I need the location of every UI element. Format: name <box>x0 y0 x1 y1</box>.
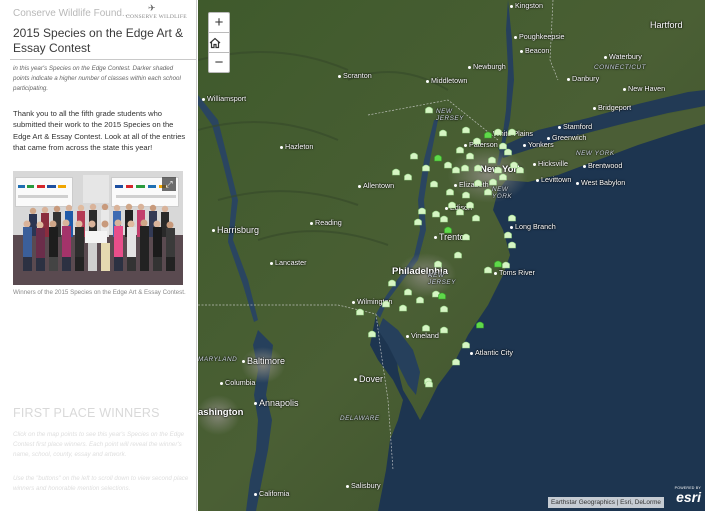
place-label-long-branch: Long Branch <box>510 222 556 231</box>
winners-photo[interactable] <box>13 171 183 285</box>
place-label-hicksville: Hicksville <box>533 159 568 168</box>
place-label-scranton: Scranton <box>338 71 372 80</box>
place-label-beacon: Beacon <box>520 46 549 55</box>
place-label-elizabeth: Elizabeth <box>454 180 489 189</box>
title-divider <box>10 59 196 60</box>
place-label-kingston: Kingston <box>510 1 543 10</box>
section-text-2: Use the "buttons" on the left to scroll … <box>13 475 189 492</box>
home-button[interactable] <box>208 32 230 53</box>
place-label-brentwood: Brentwood <box>583 161 622 170</box>
state-label-new-jersey-south: NEW JERSEY <box>428 272 456 286</box>
place-label-annapolis: Annapolis <box>254 398 299 408</box>
place-label-stamford: Stamford <box>558 122 592 131</box>
place-label-newburgh: Newburgh <box>468 62 506 71</box>
map-attribution[interactable]: Earthstar Geographics | Esri, DeLorme <box>548 497 664 508</box>
header-bar: Conserve Wildlife Found... ✈ CONSERVE WI… <box>0 0 196 25</box>
state-label-new-jersey-north: NEW JERSEY <box>436 108 464 122</box>
place-label-atlantic-city: Atlantic City <box>470 348 513 357</box>
home-icon <box>209 37 221 49</box>
place-label-edison: Edison <box>445 203 472 212</box>
place-label-washington: ashington <box>198 407 244 418</box>
state-label-new-york: NEW YORK <box>576 150 615 157</box>
story-sidebar[interactable]: Conserve Wildlife Found... ✈ CONSERVE WI… <box>0 0 197 511</box>
place-label-danbury: Danbury <box>567 74 599 83</box>
place-label-toms-river: Toms River <box>494 268 535 277</box>
organization-name-link[interactable]: Conserve Wildlife Found... <box>13 8 130 19</box>
state-label-new-york-city: NEW YORK <box>492 186 513 200</box>
esri-logo-text: esri <box>676 489 701 505</box>
state-label-maryland: MARYLAND <box>198 356 238 363</box>
place-label-vineland: Vineland <box>406 331 439 340</box>
photo-people <box>18 175 176 271</box>
place-label-allentown: Allentown <box>358 181 394 190</box>
place-label-lancaster: Lancaster <box>270 258 307 267</box>
place-label-dover: Dover <box>354 374 383 384</box>
section-heading: FIRST PLACE WINNERS <box>13 406 160 420</box>
place-label-baltimore: Baltimore <box>242 356 285 366</box>
place-label-yonkers: Yonkers <box>523 140 554 149</box>
place-label-salisbury: Salisbury <box>346 481 381 490</box>
place-label-waterbury: Waterbury <box>604 52 642 61</box>
place-label-white-plains: White Plains <box>488 129 533 138</box>
logo-text: CONSERVE WILDLIFE <box>126 14 187 20</box>
place-label-paterson: Paterson <box>464 140 498 149</box>
place-label-bridgeport: Bridgeport <box>593 103 631 112</box>
zoom-out-button[interactable]: − <box>208 52 230 73</box>
organization-logo[interactable]: ✈ CONSERVE WILDLIFE <box>126 3 187 25</box>
place-label-west-babylon: West Babylon <box>576 178 625 187</box>
place-label-reading: Reading <box>310 218 342 227</box>
zoom-in-button[interactable]: + <box>208 12 230 33</box>
place-label-new-haven: New Haven <box>623 84 665 93</box>
place-label-new-york-city: New York <box>480 164 523 175</box>
place-label-harrisburg: Harrisburg <box>212 225 259 235</box>
place-label-middletown: Middletown <box>426 76 467 85</box>
place-label-wilmington: Wilmington <box>352 297 393 306</box>
place-label-trenton: Trenton <box>434 232 470 242</box>
state-label-connecticut: CONNECTICUT <box>594 64 647 71</box>
place-label-hazleton: Hazleton <box>280 142 313 151</box>
place-label-levittown: Levittown <box>536 175 571 184</box>
thank-you-text: Thank you to all the fifth grade student… <box>13 109 186 153</box>
story-title: 2015 Species on the Edge Art & Essay Con… <box>13 26 184 55</box>
state-label-delaware: DELAWARE <box>340 415 380 422</box>
intro-text: in this year's Species on the Edge Conte… <box>13 65 181 92</box>
place-label-hartford: Hartford <box>650 20 683 30</box>
place-label-columbia: Columbia <box>220 378 255 387</box>
photo-caption: Winners of the 2015 Species on the Edge … <box>13 289 186 296</box>
place-label-poughkeepsie: Poughkeepsie <box>514 32 565 41</box>
place-label-california: California <box>254 489 289 498</box>
place-label-williamsport: Williamsport <box>202 94 246 103</box>
bird-icon: ✈ <box>148 3 156 13</box>
esri-logo[interactable]: POWERED BY esri <box>667 486 701 506</box>
map-view[interactable]: Kingston Hartford Poughkeepsie Beacon Wa… <box>198 0 705 511</box>
section-text-1: Click on the map points to see this year… <box>13 431 185 458</box>
expand-image-icon[interactable]: ⤢ <box>162 177 176 191</box>
